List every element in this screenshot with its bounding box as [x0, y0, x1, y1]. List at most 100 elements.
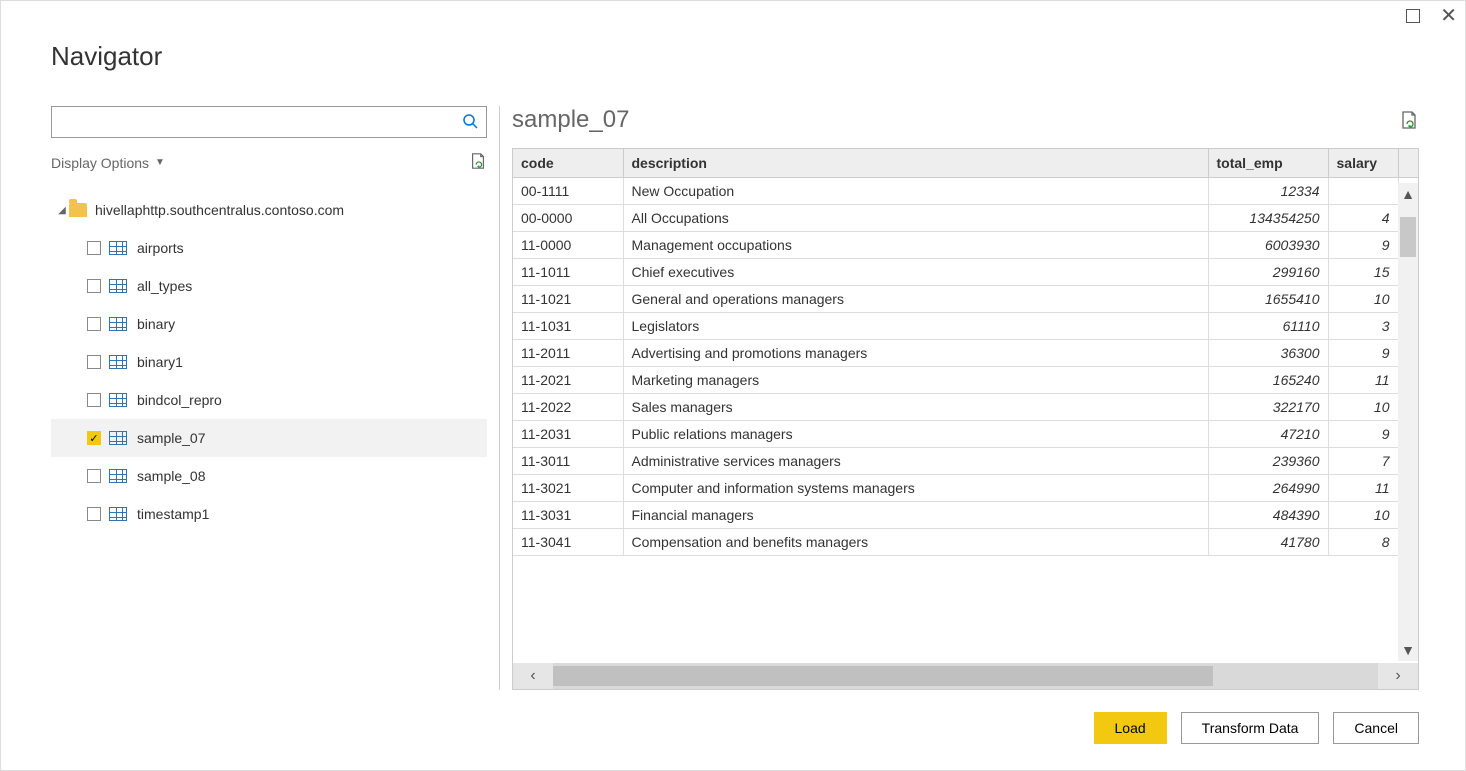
- checkbox[interactable]: [87, 355, 101, 369]
- scroll-down-icon[interactable]: ▼: [1398, 639, 1418, 661]
- tree-item-timestamp1[interactable]: timestamp1: [51, 495, 487, 533]
- cell-salary: 9: [1328, 232, 1398, 259]
- vertical-scrollbar[interactable]: ▲ ▼: [1398, 183, 1418, 661]
- cell-salary: [1328, 178, 1398, 205]
- cell-code: 11-3011: [513, 448, 623, 475]
- search-container[interactable]: [51, 106, 487, 138]
- checkbox[interactable]: [87, 507, 101, 521]
- horizontal-scrollbar[interactable]: ‹ ›: [513, 663, 1418, 689]
- chevron-down-icon: ▼: [155, 157, 165, 168]
- cell-salary: 15: [1328, 259, 1398, 286]
- hscroll-thumb[interactable]: [553, 666, 1213, 686]
- cell-description: Advertising and promotions managers: [623, 340, 1208, 367]
- cell-total_emp: 6003930: [1208, 232, 1328, 259]
- checkbox[interactable]: [87, 279, 101, 293]
- checkbox[interactable]: [87, 317, 101, 331]
- tree-item-bindcol_repro[interactable]: bindcol_repro: [51, 381, 487, 419]
- table-row[interactable]: 11-2031Public relations managers472109: [513, 421, 1418, 448]
- table-icon: [109, 241, 127, 255]
- table-icon: [109, 355, 127, 369]
- cell-code: 11-2031: [513, 421, 623, 448]
- transform-data-button[interactable]: Transform Data: [1181, 712, 1320, 744]
- checkbox[interactable]: ✓: [87, 431, 101, 445]
- scroll-right-icon[interactable]: ›: [1378, 663, 1418, 689]
- table-icon: [109, 469, 127, 483]
- checkbox[interactable]: [87, 469, 101, 483]
- cell-code: 11-0000: [513, 232, 623, 259]
- display-options-dropdown[interactable]: Display Options ▼: [51, 155, 165, 171]
- table-row[interactable]: 11-1011Chief executives29916015: [513, 259, 1418, 286]
- table-row[interactable]: 00-1111New Occupation12334: [513, 178, 1418, 205]
- cell-code: 00-0000: [513, 205, 623, 232]
- tree-item-label: bindcol_repro: [137, 392, 222, 408]
- cell-description: General and operations managers: [623, 286, 1208, 313]
- cell-total_emp: 264990: [1208, 475, 1328, 502]
- checkbox[interactable]: [87, 393, 101, 407]
- column-header-description[interactable]: description: [623, 149, 1208, 178]
- table-row[interactable]: 11-1031Legislators611103: [513, 313, 1418, 340]
- cell-salary: 11: [1328, 367, 1398, 394]
- column-header-total_emp[interactable]: total_emp: [1208, 149, 1328, 178]
- table-row[interactable]: 11-3011Administrative services managers2…: [513, 448, 1418, 475]
- close-button[interactable]: ✕: [1440, 9, 1457, 23]
- table-row[interactable]: 11-2011Advertising and promotions manage…: [513, 340, 1418, 367]
- cell-salary: 11: [1328, 475, 1398, 502]
- cell-total_emp: 299160: [1208, 259, 1328, 286]
- table-icon: [109, 393, 127, 407]
- vscroll-thumb[interactable]: [1400, 217, 1416, 257]
- cell-code: 00-1111: [513, 178, 623, 205]
- cell-total_emp: 322170: [1208, 394, 1328, 421]
- search-icon[interactable]: [462, 113, 478, 132]
- tree-item-binary1[interactable]: binary1: [51, 343, 487, 381]
- cell-code: 11-1031: [513, 313, 623, 340]
- search-input[interactable]: [60, 113, 462, 131]
- load-button[interactable]: Load: [1094, 712, 1167, 744]
- tree-item-label: binary: [137, 316, 175, 332]
- tree-item-label: sample_07: [137, 430, 206, 446]
- cell-description: Computer and information systems manager…: [623, 475, 1208, 502]
- tree-item-binary[interactable]: binary: [51, 305, 487, 343]
- tree-item-all_types[interactable]: all_types: [51, 267, 487, 305]
- page-refresh-icon[interactable]: [469, 152, 487, 173]
- cell-description: Management occupations: [623, 232, 1208, 259]
- restore-button[interactable]: [1406, 9, 1420, 23]
- cell-total_emp: 47210: [1208, 421, 1328, 448]
- scroll-left-icon[interactable]: ‹: [513, 663, 553, 689]
- tree-root[interactable]: ◢ hivellaphttp.southcentralus.contoso.com: [51, 191, 487, 229]
- cell-code: 11-1021: [513, 286, 623, 313]
- cell-salary: 10: [1328, 286, 1398, 313]
- table-row[interactable]: 11-3031Financial managers48439010: [513, 502, 1418, 529]
- column-header-salary[interactable]: salary: [1328, 149, 1398, 178]
- tree-item-sample_08[interactable]: sample_08: [51, 457, 487, 495]
- tree-root-label: hivellaphttp.southcentralus.contoso.com: [95, 202, 344, 218]
- cell-description: Public relations managers: [623, 421, 1208, 448]
- table-row[interactable]: 11-3021Computer and information systems …: [513, 475, 1418, 502]
- table-row[interactable]: 11-0000Management occupations60039309: [513, 232, 1418, 259]
- cell-total_emp: 165240: [1208, 367, 1328, 394]
- cell-total_emp: 1655410: [1208, 286, 1328, 313]
- cell-description: Administrative services managers: [623, 448, 1208, 475]
- table-row[interactable]: 11-1021General and operations managers16…: [513, 286, 1418, 313]
- table-row[interactable]: 11-3041Compensation and benefits manager…: [513, 529, 1418, 556]
- cell-total_emp: 12334: [1208, 178, 1328, 205]
- refresh-preview-icon[interactable]: [1399, 110, 1419, 130]
- tree-item-airports[interactable]: airports: [51, 229, 487, 267]
- table-row[interactable]: 11-2022Sales managers32217010: [513, 394, 1418, 421]
- cancel-button[interactable]: Cancel: [1333, 712, 1419, 744]
- expand-collapse-icon[interactable]: ◢: [55, 205, 69, 216]
- tree-item-label: airports: [137, 240, 184, 256]
- cell-total_emp: 36300: [1208, 340, 1328, 367]
- table-row[interactable]: 00-0000All Occupations1343542504: [513, 205, 1418, 232]
- table-row[interactable]: 11-2021Marketing managers16524011: [513, 367, 1418, 394]
- tree-item-label: sample_08: [137, 468, 206, 484]
- cell-total_emp: 239360: [1208, 448, 1328, 475]
- checkbox[interactable]: [87, 241, 101, 255]
- scroll-up-icon[interactable]: ▲: [1398, 183, 1418, 205]
- cell-code: 11-3041: [513, 529, 623, 556]
- column-header-code[interactable]: code: [513, 149, 623, 178]
- tree-item-sample_07[interactable]: ✓ sample_07: [51, 419, 487, 457]
- cell-total_emp: 41780: [1208, 529, 1328, 556]
- table-icon: [109, 507, 127, 521]
- vertical-separator: [499, 106, 500, 690]
- preview-title: sample_07: [512, 106, 629, 134]
